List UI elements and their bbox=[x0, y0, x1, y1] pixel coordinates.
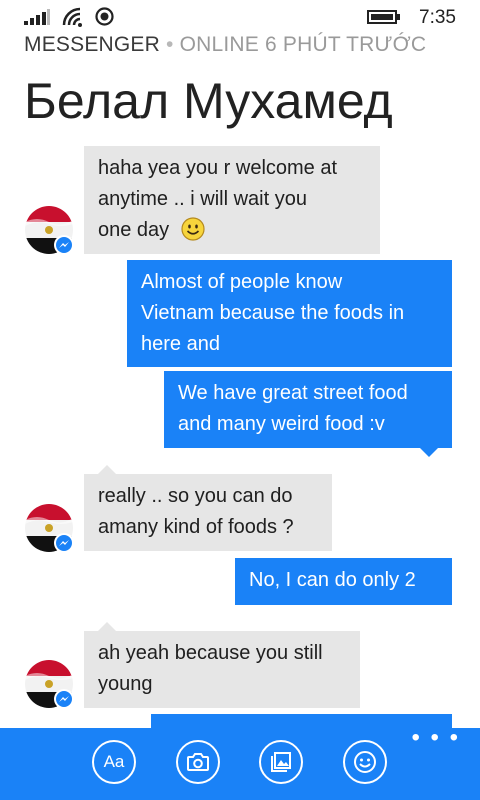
message-line: haha yea you r welcome at bbox=[98, 157, 338, 179]
smiley-icon bbox=[354, 751, 376, 773]
more-options-button[interactable]: • • • bbox=[411, 726, 460, 750]
message-line: really .. so you can do bbox=[98, 485, 293, 507]
photos-button[interactable] bbox=[259, 740, 303, 784]
emoji-button[interactable] bbox=[343, 740, 387, 784]
message-line: here and bbox=[141, 333, 220, 355]
message-line: and many weird food :v bbox=[178, 413, 385, 435]
contact-avatar[interactable] bbox=[25, 504, 75, 554]
message-line: No, I can do only 2 bbox=[249, 569, 416, 591]
photos-icon bbox=[271, 752, 291, 772]
message-bubble-outgoing[interactable]: No, I can do only 2 bbox=[235, 558, 452, 605]
message-line: young bbox=[98, 673, 153, 695]
message-bubble-incoming[interactable]: really .. so you can do amany kind of fo… bbox=[84, 465, 332, 551]
message-line: amany kind of foods ? bbox=[98, 516, 294, 538]
message-line: Almost of people know bbox=[141, 271, 343, 293]
text-format-button[interactable]: Aa bbox=[92, 740, 136, 784]
message-bubble-outgoing[interactable]: Almost of people know Vietnam because th… bbox=[127, 260, 452, 367]
contact-avatar[interactable] bbox=[25, 206, 75, 256]
message-line: anytime .. i will wait you bbox=[98, 188, 307, 210]
message-line: one day bbox=[98, 219, 170, 241]
message-bubble-incoming[interactable]: haha yea you r welcome at anytime .. i w… bbox=[84, 146, 380, 254]
message-thread[interactable]: haha yea you r welcome at anytime .. i w… bbox=[0, 0, 480, 800]
bubble-tail bbox=[98, 465, 116, 474]
bubble-tail bbox=[420, 448, 438, 457]
message-line: We have great street food bbox=[178, 382, 408, 404]
message-line: Vietnam because the foods in bbox=[141, 302, 405, 324]
message-bubble-outgoing[interactable]: We have great street food and many weird… bbox=[164, 371, 452, 457]
text-format-label: Aa bbox=[103, 752, 125, 771]
message-bubble-incoming[interactable]: ah yeah because you still young bbox=[84, 622, 360, 708]
app-bar: • • • Aa bbox=[0, 726, 480, 800]
smile-emoji-icon bbox=[181, 217, 205, 241]
camera-icon bbox=[187, 753, 209, 771]
camera-button[interactable] bbox=[176, 740, 220, 784]
bubble-tail bbox=[98, 622, 116, 631]
message-line: ah yeah because you still bbox=[98, 642, 323, 664]
contact-avatar[interactable] bbox=[25, 660, 75, 710]
